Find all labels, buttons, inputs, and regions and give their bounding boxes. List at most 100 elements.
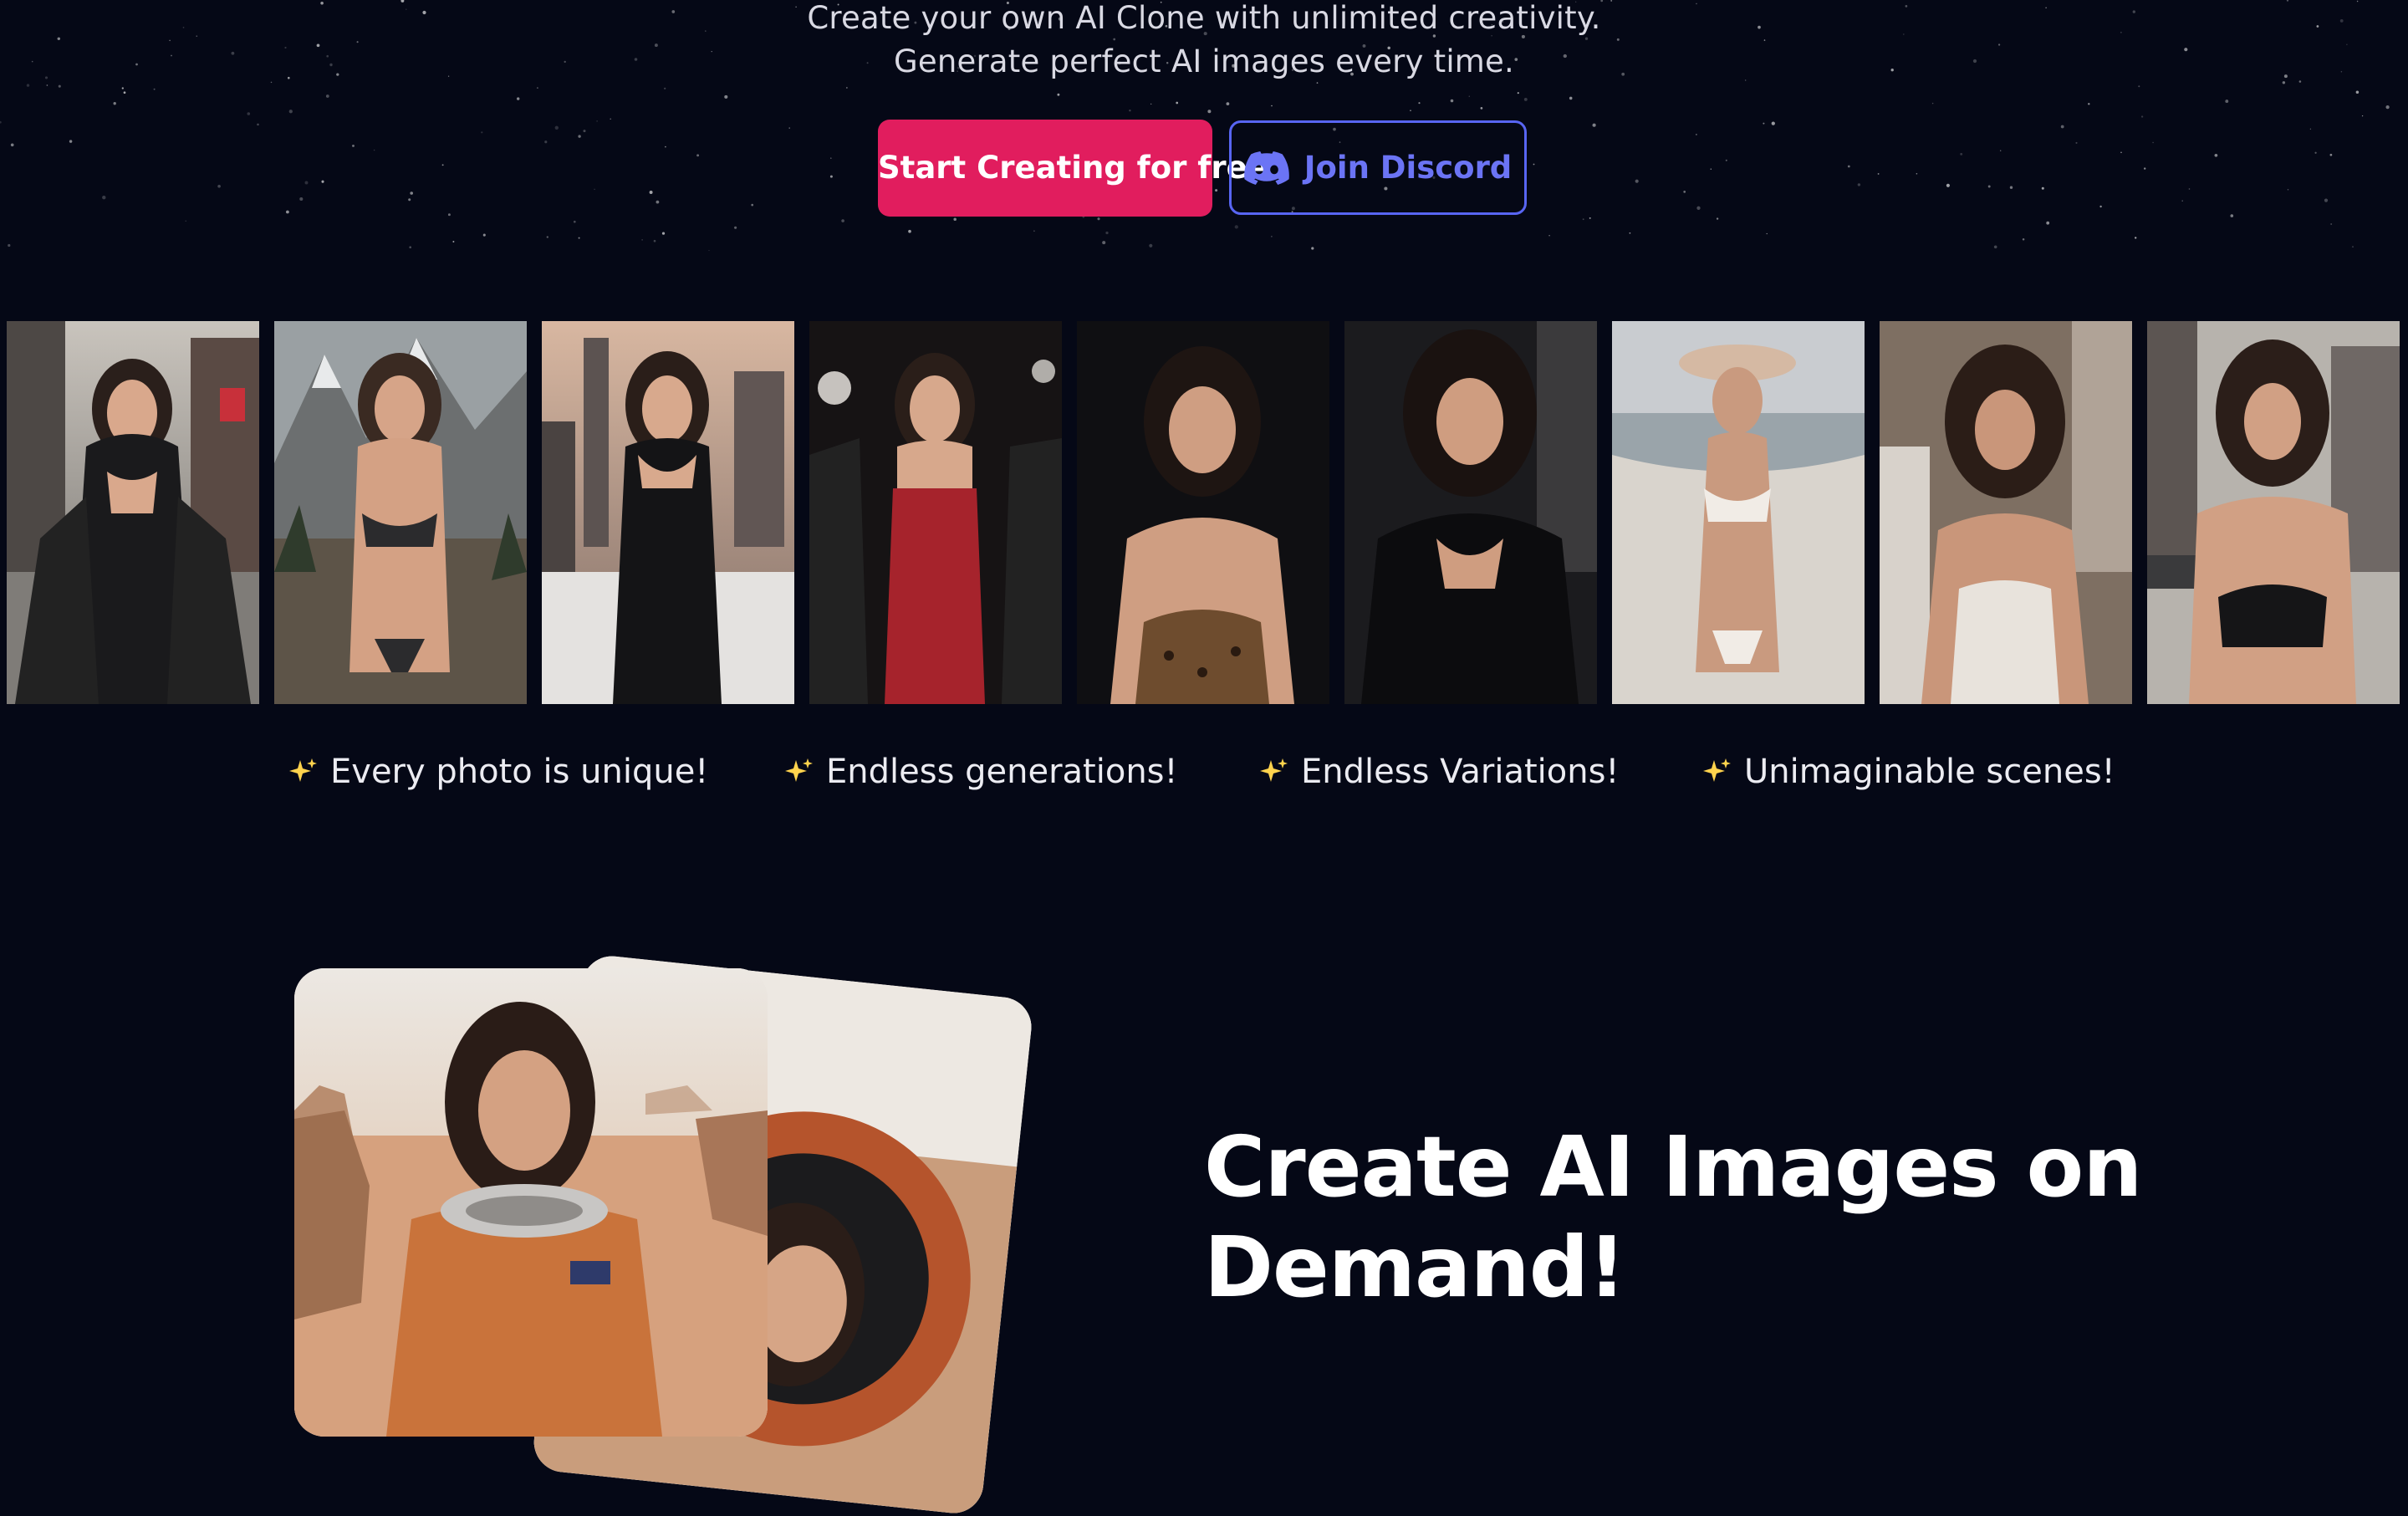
gallery-photo [274, 321, 527, 704]
hero-tagline-1: Create your own AI Clone with unlimited … [807, 0, 1601, 36]
star [247, 112, 251, 115]
star [185, 220, 186, 222]
city-rooftop-photo [542, 321, 794, 704]
star [1057, 93, 1060, 96]
sparkles-icon [1703, 758, 1731, 782]
star [46, 84, 48, 86]
photo-gallery [0, 321, 2408, 704]
start-creating-label: Start Creating for free [878, 150, 1268, 186]
star [2225, 100, 2229, 104]
star [1410, 110, 1411, 112]
star [546, 236, 548, 238]
star [664, 87, 666, 89]
star [1584, 37, 1589, 40]
star [169, 39, 171, 42]
star [2385, 105, 2390, 110]
star [113, 102, 116, 105]
star [153, 88, 156, 90]
star [356, 41, 359, 43]
star [661, 232, 666, 235]
star [708, 249, 710, 251]
star [724, 94, 728, 99]
headline-line-2: Demand! [1204, 1218, 1626, 1316]
star [8, 243, 11, 248]
feature-item: Endless generations! [784, 753, 1178, 791]
star [1766, 232, 1768, 235]
star [1129, 109, 1131, 112]
mountains-photo [274, 321, 527, 704]
star [1149, 243, 1153, 248]
star [1311, 247, 1314, 250]
star [653, 239, 656, 242]
star [908, 229, 911, 233]
star [578, 237, 580, 239]
star [1931, 102, 1934, 105]
star [2046, 221, 2050, 225]
star [1271, 105, 1273, 107]
city-street-photo [7, 321, 259, 704]
join-discord-button[interactable]: Join Discord [1229, 120, 1527, 215]
feature-list: Every photo is unique! Endless generatio… [0, 753, 2408, 803]
star [482, 233, 486, 237]
gallery-photo [7, 321, 259, 704]
star [2140, 115, 2144, 118]
gallery-photo [1344, 321, 1597, 704]
star [1582, 218, 1584, 221]
discord-icon [1243, 151, 1289, 185]
star [409, 246, 412, 249]
star [1033, 230, 1035, 232]
beach-photo [1612, 321, 1865, 704]
star [841, 219, 844, 222]
star [1226, 102, 1230, 105]
dark-room-photo [1344, 321, 1597, 704]
star [573, 220, 576, 223]
join-discord-label: Join Discord [1303, 150, 1513, 186]
headline-line-1: Create AI Images on [1204, 1118, 2142, 1216]
gallery-photo [809, 321, 1062, 704]
star [1629, 232, 1631, 234]
sparkles-icon [289, 758, 317, 782]
astronaut-card-front [294, 968, 768, 1437]
feature-item: Every photo is unique! [288, 753, 708, 791]
feature-label: Unimaginable scenes! [1744, 753, 2115, 791]
hero-tagline-2: Generate perfect AI images every time. [894, 43, 1514, 79]
astronaut-desert-image [294, 968, 768, 1437]
sparkles-icon [1260, 758, 1288, 782]
star [1523, 97, 1528, 101]
star [1763, 39, 1766, 41]
star [1468, 95, 1471, 98]
cta-row: Start Creating for free Join Discord [0, 120, 2408, 218]
star [1150, 103, 1152, 105]
feature-label: Endless generations! [826, 753, 1178, 791]
star [1450, 99, 1454, 103]
star [1480, 107, 1483, 110]
star [846, 87, 848, 89]
star [1993, 245, 1997, 249]
star [1176, 101, 1179, 105]
feature-item: Unimaginable scenes! [1702, 753, 2115, 791]
star [57, 37, 61, 41]
star [1569, 96, 1573, 100]
star [953, 217, 957, 222]
star [1207, 110, 1212, 114]
start-creating-button[interactable]: Start Creating for free [878, 120, 1268, 217]
dark-studio-photo [1077, 321, 1329, 704]
star [1517, 92, 1519, 94]
star [1316, 82, 1319, 84]
star [452, 241, 455, 242]
bedroom-photo [1880, 321, 2132, 704]
star [1234, 225, 1238, 229]
gallery-photo [2147, 321, 2400, 704]
gallery-photo [542, 321, 794, 704]
star [517, 97, 520, 100]
star [536, 87, 538, 89]
star [58, 84, 61, 88]
star [1271, 236, 1273, 237]
star [26, 84, 30, 87]
star [123, 91, 126, 94]
gallery-photo [1612, 321, 1865, 704]
gallery-photo [1880, 321, 2132, 704]
star [121, 87, 124, 89]
star [2351, 246, 2354, 248]
star [1745, 79, 1747, 81]
